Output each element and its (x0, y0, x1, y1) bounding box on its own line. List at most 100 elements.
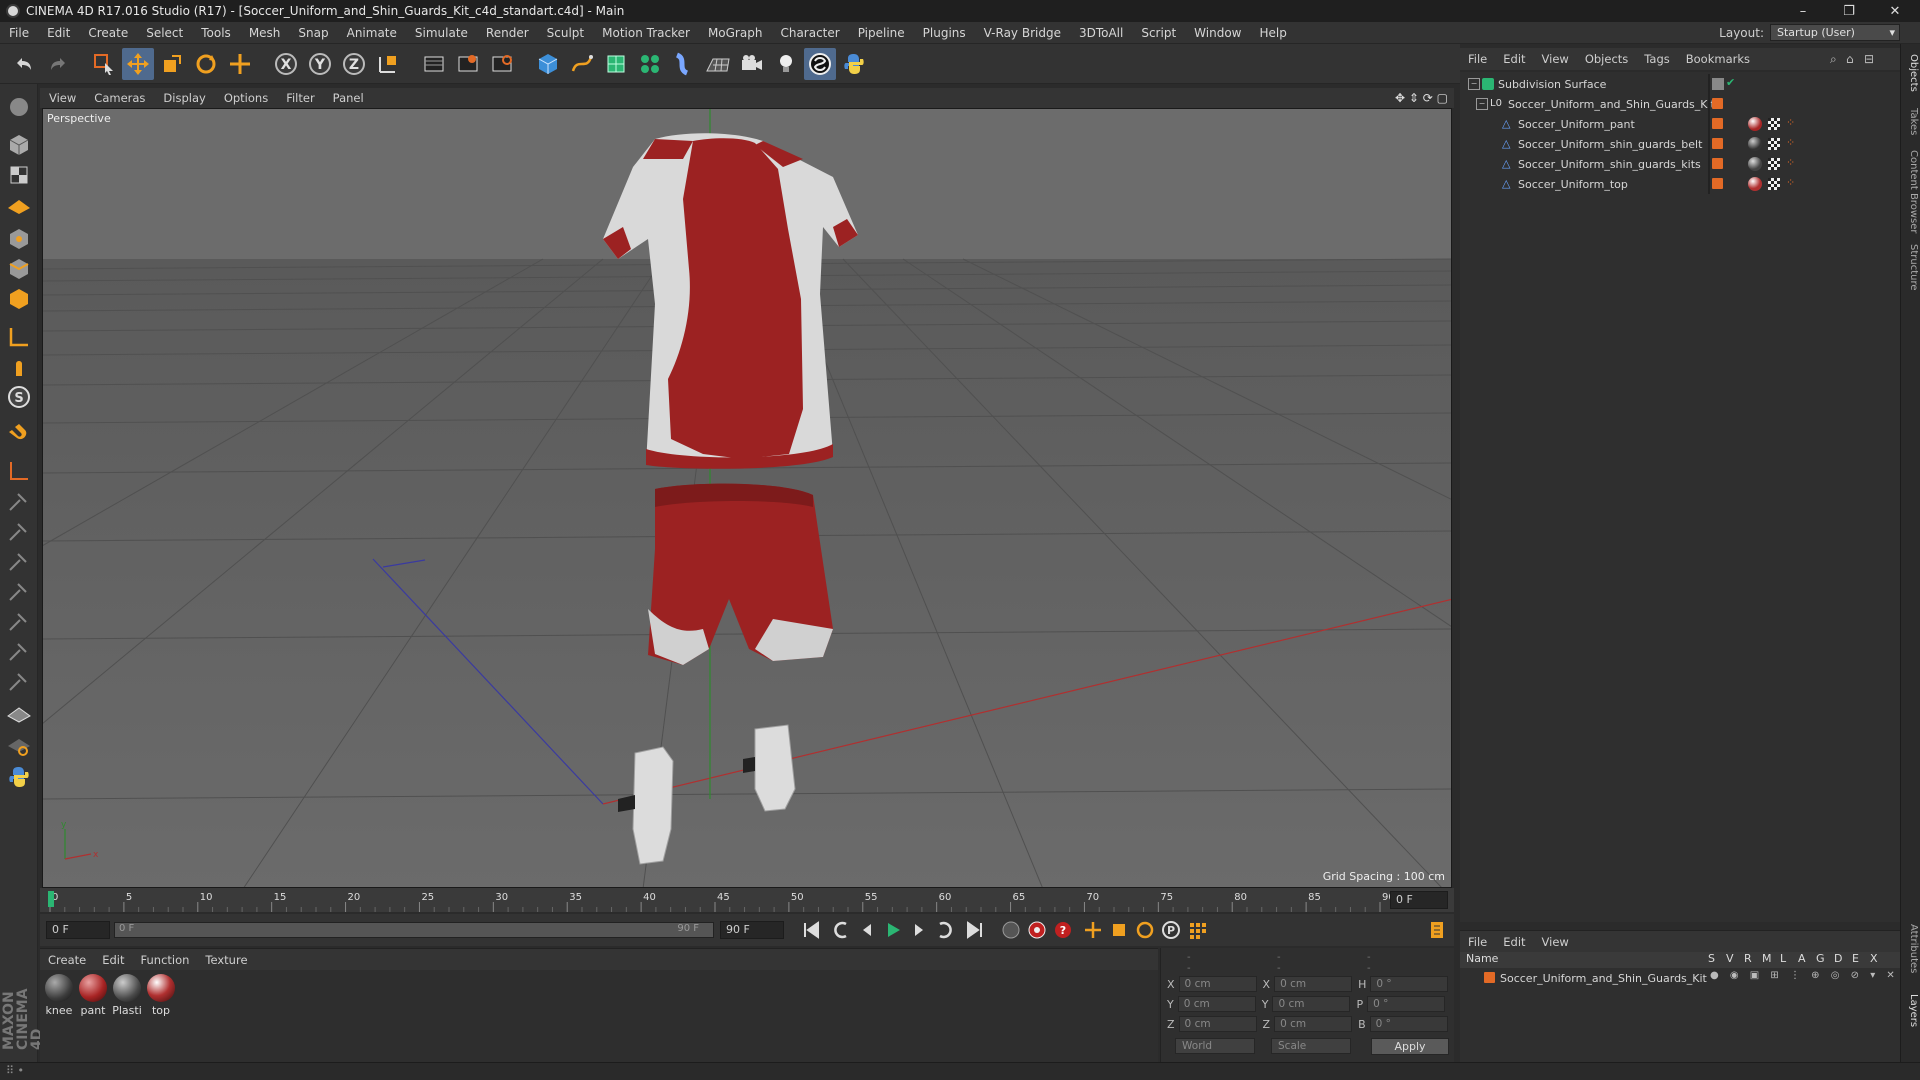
light-icon[interactable] (770, 48, 802, 80)
record-scale-icon[interactable] (1106, 917, 1132, 943)
menu-tools[interactable]: Tools (192, 26, 240, 40)
viewport-menu-filter[interactable]: Filter (277, 91, 323, 105)
collapse-icon[interactable]: ⊟ (1864, 52, 1874, 66)
layer-menu-view[interactable]: View (1534, 935, 1577, 949)
tab-structure[interactable]: Structure (1903, 244, 1919, 291)
sculpt-grab-icon[interactable] (4, 606, 34, 636)
restore-button[interactable]: ❐ (1826, 0, 1872, 22)
sculpt-pull-icon[interactable] (4, 516, 34, 546)
sculpt-flatten-icon[interactable] (4, 576, 34, 606)
quantize-icon[interactable] (4, 730, 34, 760)
sculpt-knife-icon[interactable] (4, 636, 34, 666)
tab-layers[interactable]: Layers (1903, 994, 1919, 1027)
current-frame-field[interactable]: 0 F (1390, 891, 1448, 909)
material-menu-texture[interactable]: Texture (197, 953, 255, 967)
timeline-ruler[interactable]: 0 5 10 15 20 25 30 35 40 45 50 55 60 65 70 75 80 85 90 0 F (40, 888, 1454, 912)
material-tag-icon[interactable] (1748, 137, 1762, 151)
record-parameter-icon[interactable]: P (1158, 917, 1184, 943)
layer-menu-file[interactable]: File (1460, 935, 1495, 949)
timeline-window-icon[interactable] (1424, 917, 1450, 943)
menu-create[interactable]: Create (79, 26, 137, 40)
world-dropdown[interactable]: World (1175, 1038, 1255, 1054)
menu-character[interactable]: Character (771, 26, 848, 40)
size-x-field[interactable]: 0 cm (1274, 976, 1353, 992)
next-frame-icon[interactable] (906, 917, 932, 943)
close-button[interactable]: ✕ (1872, 0, 1918, 22)
layer-row[interactable]: Soccer_Uniform_and_Shin_Guards_Kit ● ◉ ▣… (1460, 968, 1900, 988)
phong-tag-icon[interactable]: ⁘ (1786, 116, 1795, 129)
model-mode-icon[interactable] (4, 130, 34, 160)
menu-snap[interactable]: Snap (289, 26, 337, 40)
collapse-toggle-icon[interactable]: − (1468, 78, 1480, 90)
python-icon[interactable] (838, 48, 870, 80)
tab-objects[interactable]: Objects (1903, 54, 1919, 92)
viewport-menu-display[interactable]: Display (154, 91, 214, 105)
go-to-end-icon[interactable] (962, 917, 988, 943)
menu-sculpt[interactable]: Sculpt (538, 26, 593, 40)
material-swatch-top[interactable]: top (144, 974, 178, 1017)
go-to-start-icon[interactable] (798, 917, 824, 943)
camera-icon[interactable] (736, 48, 768, 80)
object-row-top[interactable]: △ Soccer_Uniform_top ⁘ (1460, 174, 1900, 194)
snapping-icon[interactable]: S (4, 382, 34, 412)
position-x-field[interactable]: 0 cm (1178, 976, 1257, 992)
autokeying-icon[interactable] (1024, 917, 1050, 943)
edges-mode-icon[interactable] (4, 254, 34, 284)
material-tag-icon[interactable] (1748, 117, 1762, 131)
viewport-menu-panel[interactable]: Panel (324, 91, 373, 105)
object-menu-objects[interactable]: Objects (1577, 52, 1636, 66)
size-z-field[interactable]: 0 cm (1274, 1016, 1353, 1032)
record-active-objects-icon[interactable] (998, 917, 1024, 943)
playhead-marker[interactable] (48, 891, 54, 907)
texture-mode-icon[interactable] (4, 160, 34, 190)
material-swatch-pant[interactable]: pant (76, 974, 110, 1017)
make-editable-icon[interactable] (4, 92, 34, 122)
redo-icon[interactable] (42, 48, 74, 80)
menu-help[interactable]: Help (1250, 26, 1295, 40)
enabled-check-icon[interactable]: ✔ (1726, 76, 1735, 89)
menu-pipeline[interactable]: Pipeline (849, 26, 914, 40)
polygons-mode-icon[interactable] (4, 284, 34, 314)
uvw-tag-icon[interactable] (1768, 178, 1780, 190)
layout-dropdown[interactable]: Startup (User) (1770, 24, 1900, 41)
uvw-tag-icon[interactable] (1768, 138, 1780, 150)
perspective-viewport[interactable]: y x Perspective Grid Spacing : 100 cm (42, 108, 1452, 888)
edit-render-settings-icon[interactable] (486, 48, 518, 80)
material-tag-icon[interactable] (1748, 157, 1762, 171)
pen-spline-icon[interactable] (566, 48, 598, 80)
material-menu-edit[interactable]: Edit (94, 953, 132, 967)
sculpt-smooth-icon[interactable] (4, 486, 34, 516)
minimize-button[interactable]: – (1780, 0, 1826, 22)
rotate-icon[interactable] (190, 48, 222, 80)
last-tool-icon[interactable] (224, 48, 256, 80)
rotation-h-field[interactable]: 0 ° (1370, 976, 1449, 992)
phong-tag-icon[interactable]: ⁘ (1786, 176, 1795, 189)
sculpt-inflate-icon[interactable] (4, 546, 34, 576)
x-axis-icon[interactable]: X (270, 48, 302, 80)
viewport-menu-options[interactable]: Options (215, 91, 277, 105)
start-frame-field[interactable]: 0 F (46, 921, 110, 939)
axis-mode-icon[interactable] (4, 322, 34, 352)
phong-tag-icon[interactable]: ⁘ (1786, 136, 1795, 149)
material-menu-function[interactable]: Function (133, 953, 198, 967)
position-y-field[interactable]: 0 cm (1177, 996, 1256, 1012)
workplane-icon[interactable] (4, 190, 34, 220)
next-key-icon[interactable] (932, 917, 958, 943)
viewport-menu-cameras[interactable]: Cameras (85, 91, 154, 105)
apply-button[interactable]: Apply (1371, 1038, 1449, 1055)
tab-attributes[interactable]: Attributes (1903, 924, 1919, 973)
object-menu-file[interactable]: File (1460, 52, 1495, 66)
cloner-icon[interactable] (634, 48, 666, 80)
rotation-b-field[interactable]: 0 ° (1369, 1016, 1448, 1032)
scale-dropdown[interactable]: Scale (1271, 1038, 1351, 1054)
move-icon[interactable] (122, 47, 154, 80)
frame-range-slider[interactable]: 0 F 90 F (114, 922, 714, 938)
menu-vray-bridge[interactable]: V-Ray Bridge (975, 26, 1070, 40)
previous-key-icon[interactable] (828, 917, 854, 943)
rotation-p-field[interactable]: 0 ° (1367, 996, 1446, 1012)
object-menu-tags[interactable]: Tags (1636, 52, 1677, 66)
record-rotation-icon[interactable] (1132, 917, 1158, 943)
object-row-subdivision-surface[interactable]: − Subdivision Surface ✔ (1460, 74, 1900, 94)
layer-menu-edit[interactable]: Edit (1495, 935, 1533, 949)
menu-plugins[interactable]: Plugins (914, 26, 975, 40)
